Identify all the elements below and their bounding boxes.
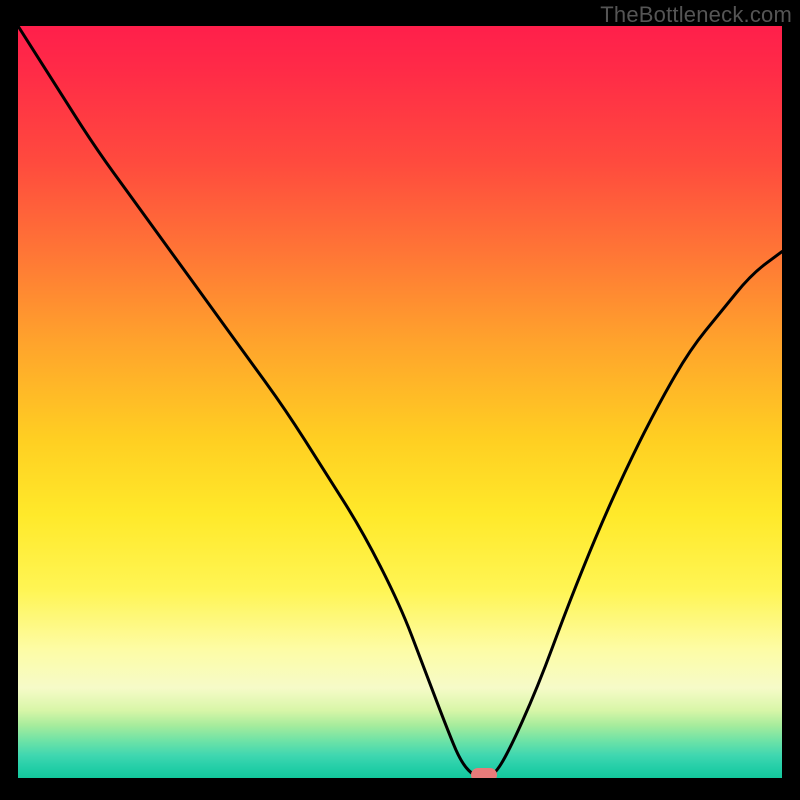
bottleneck-curve: [18, 26, 782, 778]
minimum-marker: [471, 768, 497, 778]
watermark-text: TheBottleneck.com: [600, 2, 792, 28]
chart-frame: TheBottleneck.com: [0, 0, 800, 800]
plot-area: [18, 26, 782, 778]
